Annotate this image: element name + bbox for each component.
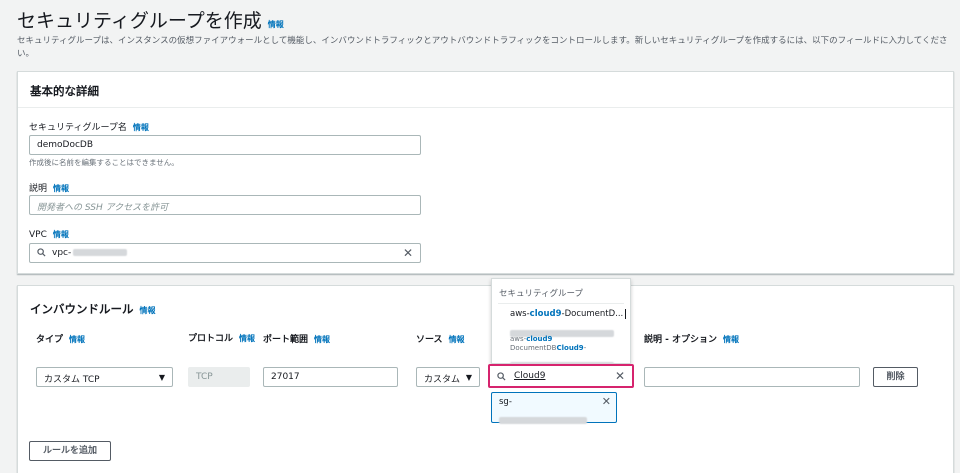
description-label-text: 説明 — [29, 184, 48, 194]
port-input[interactable]: 27017 — [263, 367, 398, 387]
option-line: aws-cloud9 — [510, 335, 586, 344]
inbound-rules-panel: インバウンドルール 情報 タイプ 情報 プロトコル 情報 ポート範囲 情報 ソース 情報 … — [17, 285, 954, 473]
dropdown-divider — [498, 303, 624, 304]
security-group-dropdown: セキュリティグループ aws-cloud9-DocumentD... aws-c… — [491, 278, 631, 369]
description-row-input[interactable] — [644, 367, 860, 387]
vpc-clear-icon[interactable]: ✕ — [403, 246, 413, 260]
dropdown-option[interactable]: aws-cloud9-DocumentD... — [510, 309, 627, 319]
token-id-redacted — [499, 410, 587, 429]
inbound-rules-header: インバウンドルール 情報 — [30, 301, 156, 317]
description-label: 説明 情報 — [29, 181, 69, 194]
col-description-info-link[interactable]: 情報 — [723, 335, 739, 344]
protocol-field: TCP — [188, 367, 250, 387]
sg-name-input[interactable]: demoDocDB — [29, 135, 421, 155]
col-protocol-text: プロトコル — [188, 334, 234, 344]
page-description: セキュリティグループは、インスタンスの仮想ファイアウォールとして機能し、インバウ… — [17, 36, 948, 59]
source-search-input[interactable]: Cloud9 ✕ — [488, 364, 634, 388]
dropdown-option[interactable]: aws-cloud9 DocumentDBCloud9- — [510, 335, 586, 353]
inbound-info-link[interactable]: 情報 — [140, 306, 156, 315]
search-icon — [37, 248, 46, 257]
caret-down-icon: ▼ — [465, 373, 472, 382]
option-highlight: cloud9 — [529, 309, 562, 319]
option-line: DocumentDBCloud9- — [510, 344, 586, 353]
col-source-text: ソース — [416, 335, 443, 345]
col-source: ソース 情報 — [416, 332, 465, 345]
col-port-info-link[interactable]: 情報 — [314, 335, 330, 344]
vpc-select[interactable]: vpc- ✕ — [29, 243, 421, 263]
source-search-value: Cloud9 — [514, 371, 546, 381]
search-icon — [497, 372, 506, 381]
col-type: タイプ 情報 — [36, 332, 85, 345]
basic-details-header: 基本的な詳細 — [30, 84, 99, 98]
option-text: DocumentDB — [510, 344, 557, 352]
option-text: aws- — [510, 309, 530, 319]
caret-down-icon: ▼ — [158, 373, 165, 382]
type-select[interactable]: カスタム TCP ▼ — [36, 367, 173, 387]
sg-name-label: セキュリティグループ名 情報 — [29, 120, 149, 133]
col-type-text: タイプ — [36, 335, 64, 345]
col-source-info-link[interactable]: 情報 — [449, 335, 465, 344]
source-type-select[interactable]: カスタム ▼ — [416, 367, 480, 387]
vpc-label-text: VPC — [29, 230, 47, 240]
type-value: カスタム TCP — [44, 375, 100, 385]
inbound-rules-header-text: インバウンドルール — [30, 302, 134, 316]
description-input[interactable]: 開発者への SSH アクセスを許可 — [29, 195, 421, 215]
col-port: ポート範囲 情報 — [263, 332, 330, 345]
sg-name-label-text: セキュリティグループ名 — [29, 123, 127, 133]
option-text: - — [583, 344, 587, 352]
col-protocol: プロトコル 情報 — [188, 332, 258, 346]
vpc-label: VPC 情報 — [29, 229, 69, 240]
page-title-text: セキュリティグループを作成 — [17, 10, 262, 32]
sg-name-hint: 作成後に名前を編集することはできません。 — [29, 158, 179, 167]
description-placeholder: 開発者への SSH アクセスを許可 — [37, 203, 169, 213]
option-text: aws- — [510, 335, 527, 343]
token-label: sg- — [499, 397, 512, 407]
basic-details-panel: 基本的な詳細 セキュリティグループ名 情報 demoDocDB 作成後に名前を編集… — [17, 71, 954, 274]
delete-rule-button[interactable]: 削除 — [873, 367, 918, 387]
sg-name-info-link[interactable]: 情報 — [133, 123, 149, 132]
panel-divider — [18, 107, 953, 108]
selected-sg-token: sg- ✕ — [491, 392, 617, 424]
title-info-link[interactable]: 情報 — [268, 20, 284, 29]
page-title: セキュリティグループを作成 情報 — [17, 6, 284, 33]
option-text: -DocumentD... — [561, 309, 624, 319]
option-highlight: Cloud9 — [556, 344, 584, 352]
col-type-info-link[interactable]: 情報 — [69, 335, 85, 344]
source-clear-icon[interactable]: ✕ — [615, 369, 625, 383]
col-description: 説明 - オプション 情報 — [644, 332, 739, 345]
vpc-id-redacted — [73, 249, 128, 256]
vpc-info-link[interactable]: 情報 — [53, 230, 69, 239]
col-port-text: ポート範囲 — [263, 335, 309, 345]
vpc-value: vpc- — [52, 248, 72, 258]
col-protocol-info-link[interactable]: 情報 — [239, 334, 255, 343]
col-description-text: 説明 - オプション — [644, 335, 718, 345]
source-type-value: カスタム — [424, 375, 461, 385]
dropdown-group-label: セキュリティグループ — [499, 289, 583, 299]
description-info-link[interactable]: 情報 — [53, 184, 69, 193]
add-rule-button[interactable]: ルールを追加 — [29, 441, 111, 461]
option-highlight: cloud9 — [526, 335, 553, 343]
token-close-icon[interactable]: ✕ — [602, 395, 611, 408]
